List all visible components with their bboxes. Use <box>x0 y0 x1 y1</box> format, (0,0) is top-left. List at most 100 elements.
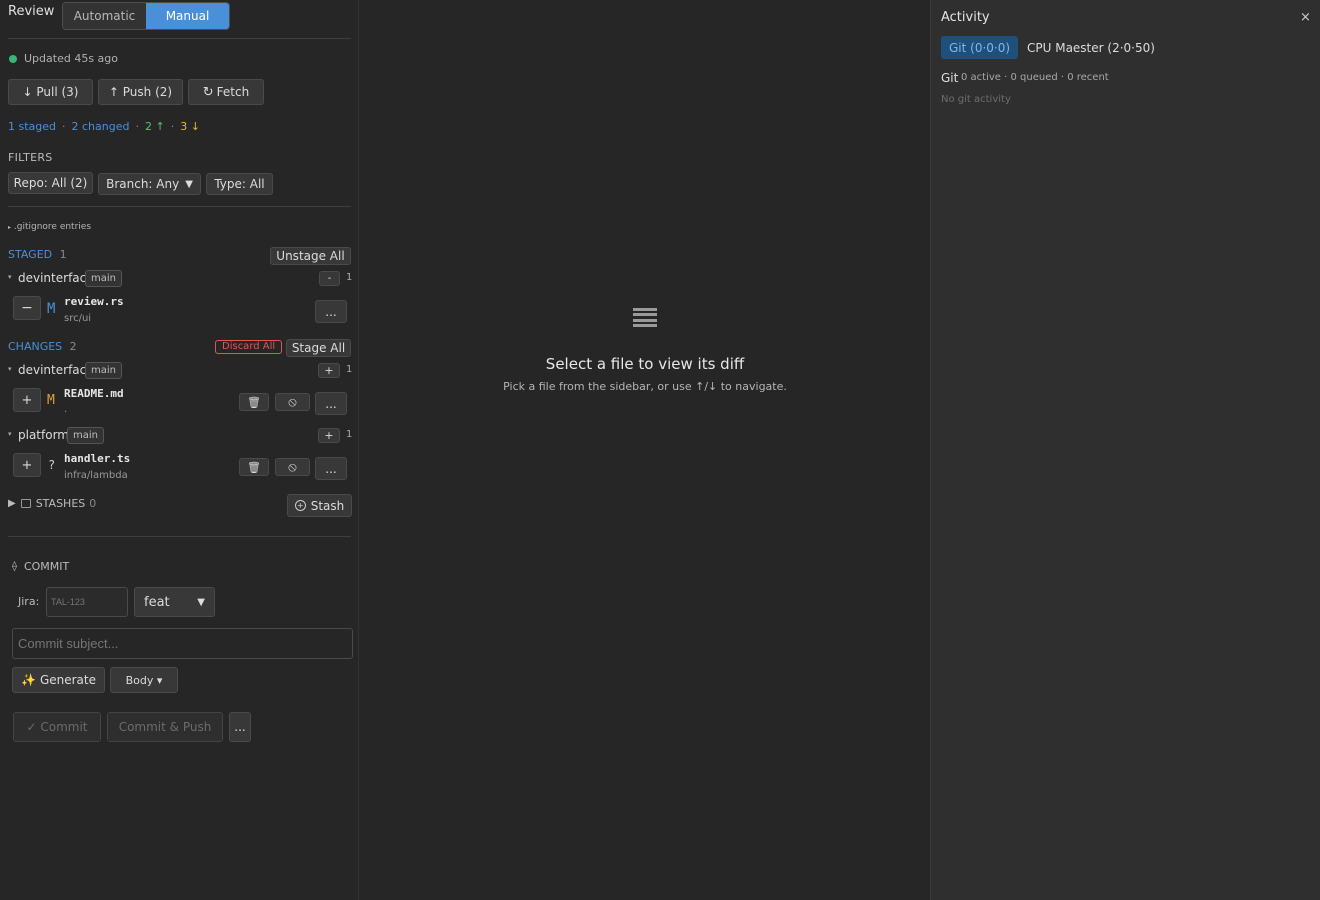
mode-automatic-button[interactable]: Automatic <box>63 3 146 29</box>
commit-label: COMMIT <box>23 560 70 573</box>
file-more-button[interactable]: ... <box>315 457 347 480</box>
fetch-button[interactable]: ↻ Fetch <box>188 79 264 105</box>
sparkles-icon: ✨ <box>21 673 36 687</box>
file-name[interactable]: review.rs <box>64 295 124 308</box>
separator: · <box>135 120 139 133</box>
gitignore-label: .gitignore entries <box>13 222 92 232</box>
commit-more-label: ... <box>234 720 246 734</box>
stashes-toggle[interactable]: ▶ STASHES 0 <box>8 497 96 510</box>
close-icon[interactable]: × <box>1300 10 1311 25</box>
commit-type-value: feat <box>144 594 170 610</box>
file-more-label: ... <box>325 304 337 319</box>
jira-input[interactable] <box>46 587 128 617</box>
file-status-modified: M <box>47 393 55 408</box>
plus-circle-icon: + <box>294 500 306 511</box>
repo-file-count: 1 <box>346 272 353 283</box>
unstage-all-button[interactable]: Unstage All <box>270 247 351 265</box>
push-button[interactable]: ↑ Push (2) <box>98 79 183 105</box>
file-name[interactable]: README.md <box>64 387 124 400</box>
ignore-file-button[interactable]: ⦸ <box>275 458 310 476</box>
tab-cpu-maester[interactable]: CPU Maester (2·0·50) <box>1019 36 1163 59</box>
tab-git[interactable]: Git (0·0·0) <box>941 36 1019 59</box>
commit-subject-input[interactable] <box>12 628 353 659</box>
archive-icon <box>20 499 31 508</box>
git-stats: 0 active · 0 queued · 0 recent <box>961 72 1109 83</box>
generate-button[interactable]: ✨ Generate <box>12 667 105 693</box>
file-more-button[interactable]: ... <box>315 300 347 323</box>
file-more-button[interactable]: ... <box>315 392 347 415</box>
file-path: . <box>64 404 68 415</box>
divider <box>8 206 351 207</box>
commit-heading: ⟠ COMMIT <box>12 560 69 573</box>
repo-name: devinterface <box>18 271 94 285</box>
file-name[interactable]: handler.ts <box>64 452 130 465</box>
caret-right-icon: ▶ <box>8 498 16 509</box>
pull-button[interactable]: ↓ Pull (3) <box>8 79 93 105</box>
repo-unstage-button[interactable]: - <box>319 271 340 286</box>
stashes-label: STASHES <box>35 497 86 510</box>
mode-toggle: Automatic Manual <box>62 2 230 30</box>
file-status-untracked: ? <box>48 458 56 472</box>
stage-file-button[interactable]: + <box>13 453 41 477</box>
gitignore-toggle[interactable]: ▸ .gitignore entries <box>8 222 91 232</box>
stashes-count: 0 <box>89 497 97 510</box>
unstage-file-button[interactable]: − <box>13 296 41 320</box>
file-path: src/ui <box>64 313 92 324</box>
body-toggle-button[interactable]: Body ▾ <box>110 667 178 693</box>
file-status-modified: M <box>47 301 56 317</box>
repo-stage-button[interactable]: + <box>318 428 340 443</box>
caret-down-icon[interactable]: ▾ <box>8 430 12 438</box>
staged-count-link[interactable]: 1 staged <box>8 120 56 133</box>
review-sidebar: Review Automatic Manual Updated 45s ago … <box>0 0 359 900</box>
fetch-label: Fetch <box>216 85 250 99</box>
ahead-count: 2 ↑ <box>144 120 165 133</box>
commit-button-label: ✓ Commit <box>26 720 88 734</box>
commit-type-select[interactable]: feat ▼ <box>134 587 215 617</box>
discard-file-button[interactable]: 🗑 <box>239 393 269 411</box>
filter-type-select[interactable]: Type: All <box>206 173 273 195</box>
file-path: infra/lambda <box>64 470 128 481</box>
branch-badge: main <box>67 427 104 444</box>
commit-push-button[interactable]: Commit & Push <box>107 712 223 742</box>
caret-down-icon[interactable]: ▾ <box>8 365 12 373</box>
discard-all-button[interactable]: Discard All <box>215 340 283 354</box>
commit-button[interactable]: ✓ Commit <box>13 712 101 742</box>
review-title: Review <box>8 4 55 19</box>
repo-stage-label: + <box>324 364 334 377</box>
filter-type-label: Type: All <box>214 177 265 191</box>
stage-file-button[interactable]: + <box>13 388 41 412</box>
stage-all-button[interactable]: Stage All <box>286 339 351 357</box>
caret-down-icon[interactable]: ▾ <box>8 273 12 281</box>
filter-repo-select[interactable]: Repo: All (2) <box>8 172 93 194</box>
stage-file-label: + <box>21 392 33 408</box>
ignore-file-button[interactable]: ⦸ <box>275 393 310 411</box>
git-section-label: Git <box>941 71 959 85</box>
repo-stage-button[interactable]: + <box>318 363 340 378</box>
stash-button[interactable]: + Stash <box>287 494 352 517</box>
mode-manual-button[interactable]: Manual <box>146 3 229 29</box>
file-more-label: ... <box>325 461 337 476</box>
caret-down-icon: ▼ <box>197 596 205 608</box>
caret-right-icon: ▸ <box>8 224 12 231</box>
trash-icon: 🗑 <box>247 460 261 474</box>
changed-count-link[interactable]: 2 changed <box>72 120 130 133</box>
repo-name: devinterface <box>18 363 94 377</box>
stage-file-label: + <box>21 457 33 473</box>
push-label: ↑ Push (2) <box>108 85 173 99</box>
filter-repo-label: Repo: All (2) <box>13 176 88 190</box>
discard-file-button[interactable]: 🗑 <box>239 458 269 476</box>
filters-heading: FILTERS <box>8 151 53 164</box>
diff-empty-title: Select a file to view its diff <box>545 355 745 373</box>
repo-unstage-label: - <box>327 273 332 284</box>
ban-icon: ⦸ <box>288 459 297 475</box>
branch-badge: main <box>85 362 122 379</box>
filter-branch-select[interactable]: Branch: Any ▼ <box>98 173 201 195</box>
status-dot-icon <box>9 55 17 63</box>
git-commit-icon: ⟠ <box>12 561 17 572</box>
divider <box>8 536 351 537</box>
file-more-label: ... <box>325 396 337 411</box>
diff-empty-hint: Pick a file from the sidebar, or use ↑/↓… <box>503 380 787 393</box>
filter-branch-label: Branch: Any <box>106 177 180 191</box>
commit-more-button[interactable]: ... <box>229 712 251 742</box>
stash-label: Stash <box>310 498 345 513</box>
